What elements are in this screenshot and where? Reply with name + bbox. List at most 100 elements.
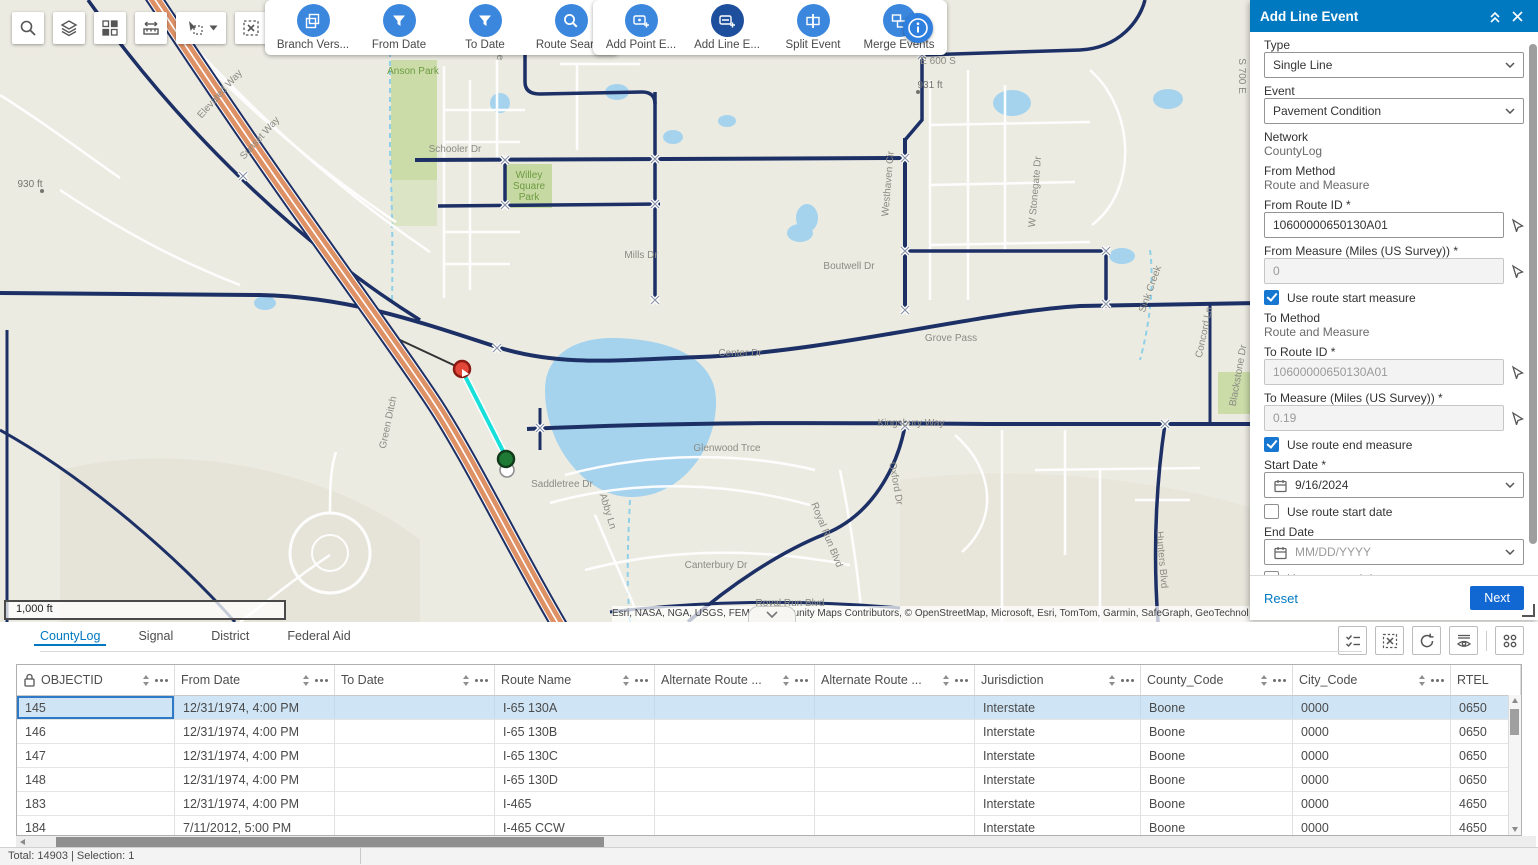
refresh-button[interactable] [1412, 626, 1441, 655]
table-cell[interactable]: 0000 [1293, 792, 1451, 815]
tab-countylog[interactable]: CountyLog [40, 629, 100, 649]
scroll-down-arrow[interactable] [1512, 827, 1518, 832]
table-row[interactable]: 14512/31/1974, 4:00 PM I-65 130A Interstat… [17, 696, 1521, 720]
sort-icon[interactable] [303, 675, 310, 686]
to-measure-marker[interactable] [498, 451, 514, 467]
branch-versions-button[interactable]: Branch Vers... [277, 4, 349, 51]
scrollbar-thumb[interactable] [1529, 44, 1537, 544]
column-menu-icon[interactable] [955, 679, 968, 682]
table-options-button[interactable] [1495, 626, 1524, 655]
start-date-input[interactable]: 9/16/2024 [1264, 472, 1524, 498]
scrollbar-thumb[interactable] [56, 837, 604, 847]
pick-from-map-icon[interactable] [1510, 264, 1524, 278]
sort-icon[interactable] [783, 675, 790, 686]
pick-from-map-icon[interactable] [1510, 218, 1524, 232]
table-cell[interactable]: I-65 130D [495, 768, 655, 791]
select-tool-button[interactable] [176, 12, 226, 44]
use-route-start-measure-checkbox[interactable]: Use route start measure [1264, 290, 1524, 305]
panel-resize-grip[interactable] [1522, 604, 1535, 617]
type-select[interactable]: Single Line [1264, 52, 1524, 78]
table-cell[interactable]: Boone [1141, 816, 1293, 836]
table-cell[interactable] [335, 792, 495, 815]
sort-icon[interactable] [1419, 675, 1426, 686]
table-cell[interactable] [655, 696, 815, 719]
info-button[interactable] [903, 13, 933, 43]
sort-icon[interactable] [943, 675, 950, 686]
table-cell[interactable]: I-65 130C [495, 744, 655, 767]
column-header-route-name[interactable]: Route Name [495, 665, 655, 695]
to-date-filter-button[interactable]: To Date [449, 4, 521, 51]
table-row[interactable]: 14712/31/1974, 4:00 PMI-65 130CInterstat… [17, 744, 1521, 768]
table-cell[interactable] [335, 696, 495, 719]
pick-from-map-icon[interactable] [1510, 411, 1524, 425]
table-cell[interactable] [335, 816, 495, 836]
column-menu-icon[interactable] [1431, 679, 1444, 682]
event-select[interactable]: Pavement Condition [1264, 98, 1524, 124]
table-row[interactable]: 1847/11/2012, 5:00 PMI-465 CCWInterstate… [17, 816, 1521, 836]
table-cell[interactable]: Boone [1141, 792, 1293, 815]
column-menu-icon[interactable] [1273, 679, 1286, 682]
table-cell[interactable]: 148 [17, 768, 175, 791]
table-cell[interactable] [335, 768, 495, 791]
use-route-start-date-checkbox[interactable]: Use route start date [1264, 504, 1524, 519]
reset-link[interactable]: Reset [1264, 591, 1298, 606]
clear-table-selection-button[interactable] [1375, 626, 1404, 655]
table-cell[interactable] [815, 744, 975, 767]
table-cell[interactable]: 145 [17, 696, 175, 719]
column-header-from-date[interactable]: From Date [175, 665, 335, 695]
scroll-left-arrow[interactable] [20, 839, 25, 845]
table-cell[interactable] [655, 720, 815, 743]
table-cell[interactable]: 12/31/1974, 4:00 PM [175, 768, 335, 791]
table-cell[interactable] [815, 720, 975, 743]
column-menu-icon[interactable] [1121, 679, 1134, 682]
table-cell[interactable]: 12/31/1974, 4:00 PM [175, 792, 335, 815]
column-menu-icon[interactable] [155, 679, 168, 682]
add-line-event-button[interactable]: Add Line E... [691, 4, 763, 51]
table-cell[interactable] [815, 816, 975, 836]
table-cell[interactable]: Boone [1141, 768, 1293, 791]
table-cell[interactable] [655, 744, 815, 767]
table-cell[interactable]: 12/31/1974, 4:00 PM [175, 696, 335, 719]
table-cell[interactable] [655, 792, 815, 815]
column-menu-icon[interactable] [795, 679, 808, 682]
column-header-city-code[interactable]: City_Code [1293, 665, 1451, 695]
table-cell[interactable]: 0000 [1293, 768, 1451, 791]
table-cell[interactable]: 0000 [1293, 744, 1451, 767]
column-header-alternate-route[interactable]: Alternate Route ... [655, 665, 815, 695]
checkbox-box[interactable] [1264, 437, 1279, 452]
search-button[interactable] [12, 12, 44, 44]
panel-scrollbar[interactable] [1529, 36, 1537, 572]
show-selected-records-button[interactable] [1338, 626, 1367, 655]
map-collapse-chevron[interactable] [748, 606, 796, 622]
tab-federal-aid[interactable]: Federal Aid [287, 629, 350, 649]
table-cell[interactable]: Interstate [975, 816, 1141, 836]
column-header-objectid[interactable]: OBJECTID [17, 665, 175, 695]
table-cell[interactable] [815, 696, 975, 719]
table-cell[interactable]: 183 [17, 792, 175, 815]
table-cell[interactable]: I-65 130A [495, 696, 655, 719]
next-button[interactable]: Next [1470, 586, 1524, 610]
table-cell[interactable] [335, 744, 495, 767]
from-date-filter-button[interactable]: From Date [363, 4, 435, 51]
table-cell[interactable]: Interstate [975, 744, 1141, 767]
table-row[interactable]: 18312/31/1974, 4:00 PMI-465InterstateBoo… [17, 792, 1521, 816]
pick-from-map-icon[interactable] [1510, 365, 1524, 379]
collapse-button[interactable] [1484, 5, 1506, 27]
sort-icon[interactable] [463, 675, 470, 686]
column-header-alternate-route[interactable]: Alternate Route ... [815, 665, 975, 695]
column-header-county-code[interactable]: County_Code [1141, 665, 1293, 695]
to-measure-input[interactable]: 0.19 [1264, 405, 1504, 431]
table-cell[interactable]: Interstate [975, 720, 1141, 743]
column-menu-icon[interactable] [635, 679, 648, 682]
hide-fields-button[interactable] [1449, 626, 1478, 655]
table-cell[interactable]: Interstate [975, 696, 1141, 719]
checkbox-box[interactable] [1264, 290, 1279, 305]
sort-icon[interactable] [1261, 675, 1268, 686]
table-cell[interactable]: Boone [1141, 744, 1293, 767]
end-date-input[interactable]: MM/DD/YYYY [1264, 539, 1524, 565]
column-header-to-date[interactable]: To Date [335, 665, 495, 695]
table-cell[interactable]: I-65 130B [495, 720, 655, 743]
sort-icon[interactable] [143, 675, 150, 686]
close-button[interactable] [1506, 5, 1528, 27]
table-cell[interactable] [815, 768, 975, 791]
